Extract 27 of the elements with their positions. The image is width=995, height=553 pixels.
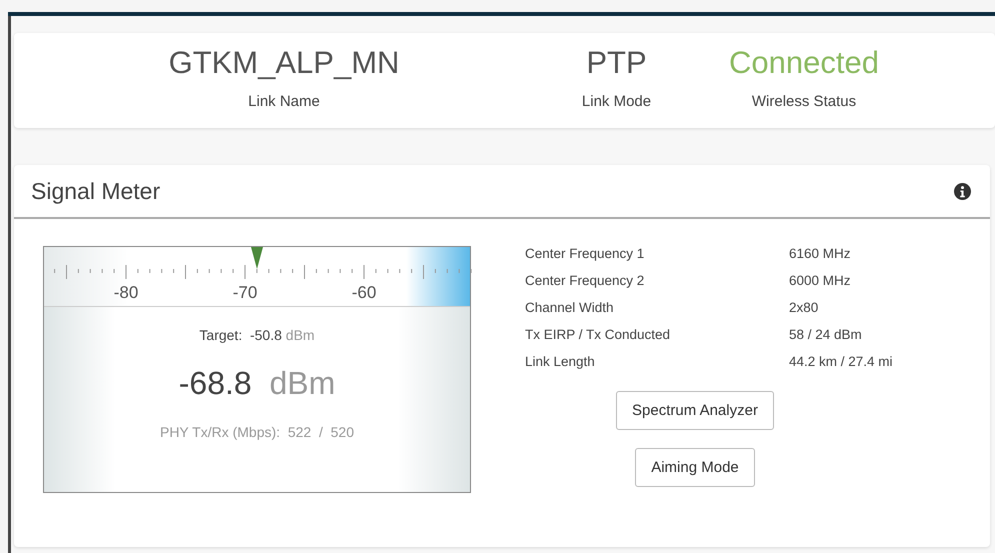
panel-title: Signal Meter <box>31 178 160 204</box>
scale-label: -70 <box>232 283 258 303</box>
summary-value: GTKM_ALP_MN <box>168 45 400 81</box>
detail-label: Center Frequency 1 <box>525 246 646 261</box>
detail-value: 58 / 24 dBm <box>789 327 863 342</box>
target-text: Target: -50.8 dBm <box>199 327 315 343</box>
action-button[interactable]: Aiming Mode <box>635 448 755 487</box>
needle-marker-icon <box>251 247 263 269</box>
detail-value: 2x80 <box>789 300 820 315</box>
detail-value: 6000 MHz <box>789 273 852 288</box>
summary-label: Wireless Status <box>752 93 856 110</box>
summary-value: Connected <box>729 45 879 81</box>
summary-label: Link Name <box>248 93 320 110</box>
detail-value: 44.2 km / 27.4 mi <box>789 354 894 369</box>
detail-label: Channel Width <box>525 300 615 315</box>
detail-label: Tx EIRP / Tx Conducted <box>525 327 672 342</box>
action-button[interactable]: Spectrum Analyzer <box>616 391 774 430</box>
signal-reading: -68.8 dBm <box>178 365 336 402</box>
summary-label: Link Mode <box>582 93 652 110</box>
detail-label: Center Frequency 2 <box>525 273 646 288</box>
phy-rate-text: PHY Tx/Rx (Mbps): 522 / 520 <box>160 424 354 440</box>
detail-label: Link Length <box>525 354 596 369</box>
scale-label: -80 <box>114 283 138 303</box>
summary-value: PTP <box>586 45 647 81</box>
scale-label: -60 <box>352 283 376 303</box>
info-icon[interactable] <box>954 182 971 200</box>
detail-value: 6160 MHz <box>789 246 852 261</box>
